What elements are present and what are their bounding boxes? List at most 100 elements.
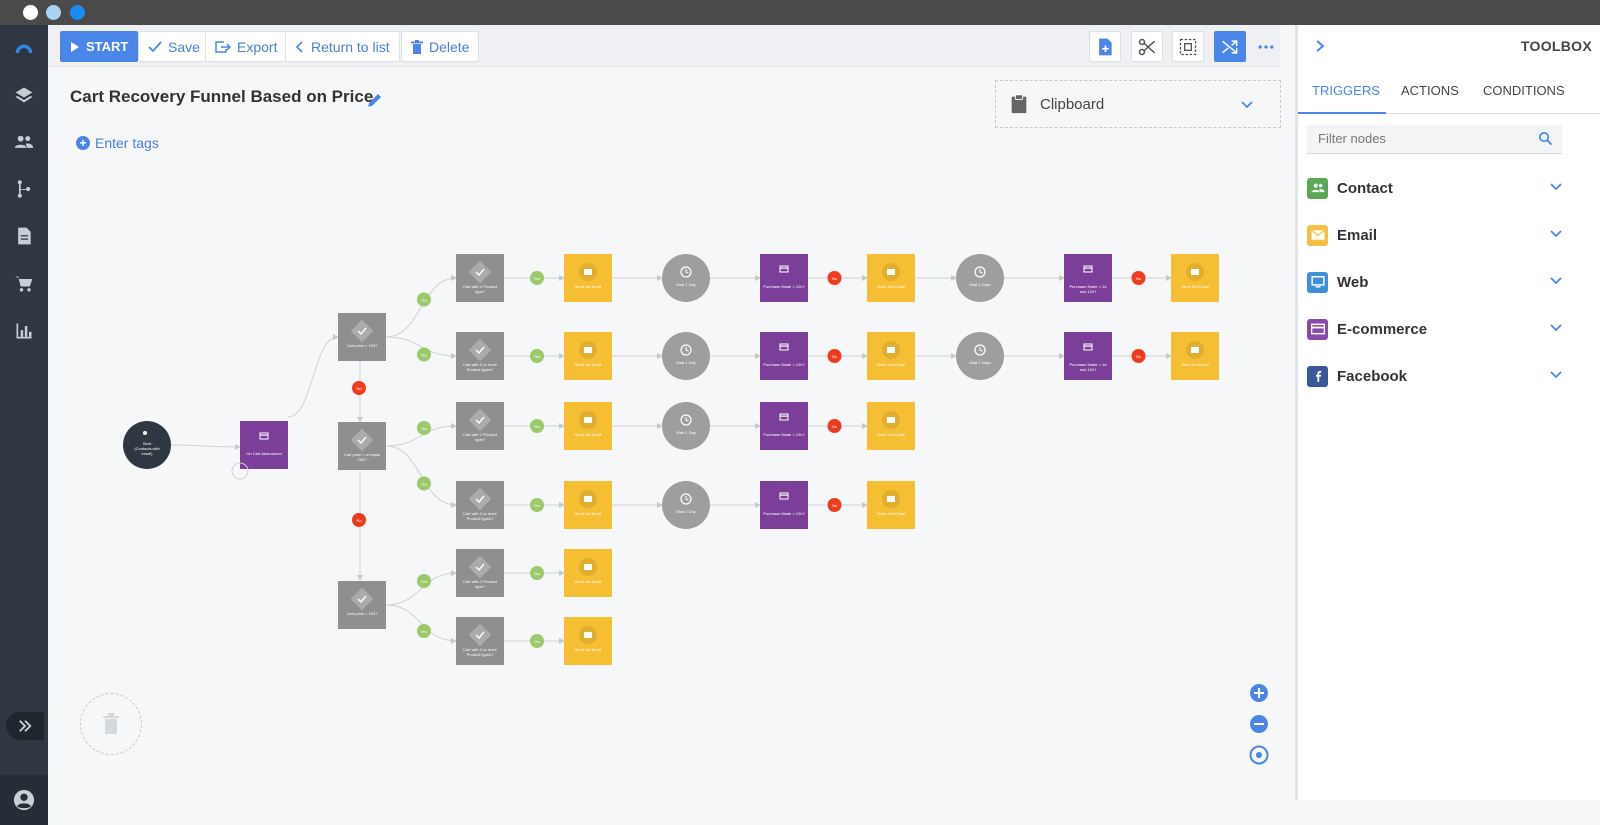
wait-node[interactable]: Wait 2 Days — [956, 254, 1004, 302]
start-node[interactable]: Start(Contacts withemail) — [123, 421, 171, 469]
toolbox-panel: TOOLBOX TRIGGERS ACTIONS CONDITIONS Filt… — [1295, 25, 1600, 800]
yes-badge: Yes — [530, 566, 544, 580]
export-button[interactable]: Export — [205, 31, 288, 62]
email-node[interactable]: Send 2nd Email — [867, 481, 915, 529]
category-facebook[interactable]: Facebook — [1307, 362, 1563, 390]
wait-node[interactable]: Wait 1 Day — [662, 332, 710, 380]
email-node[interactable]: Send 1st Email — [564, 332, 612, 380]
user-account-button[interactable] — [0, 775, 48, 825]
email-node[interactable]: Send 3rd Email — [1171, 332, 1219, 380]
purchase-node[interactable]: Purchase Made < 1dand 12h? — [1064, 254, 1112, 302]
return-to-list-button[interactable]: Return to list — [285, 31, 400, 62]
start-button[interactable]: START — [60, 31, 139, 62]
tab-actions[interactable]: ACTIONS — [1401, 83, 1459, 98]
condition-node[interactable]: Cart with 1 Producttype? — [456, 254, 504, 302]
email-node[interactable]: Send 2nd Email — [867, 254, 915, 302]
yes-badge: Yes — [530, 634, 544, 648]
workflow-canvas[interactable]: Cart Recovery Funnel Based on Price + En… — [48, 67, 1281, 800]
badge-label: Yes — [421, 579, 428, 584]
purchase-node[interactable]: Purchase Made < 12h? — [760, 332, 808, 380]
email-node[interactable]: Send 1st Email — [564, 481, 612, 529]
connector — [287, 334, 339, 418]
wait-node[interactable]: Wait 1 Day — [662, 254, 710, 302]
chevron-right-icon[interactable] — [1314, 39, 1326, 53]
window-minimize-dot[interactable] — [46, 5, 61, 20]
email-node[interactable]: Send 2nd Email — [867, 402, 915, 450]
export-button-label: Export — [237, 38, 278, 55]
email-node[interactable]: Send 2nd Email — [867, 332, 915, 380]
filter-nodes-input[interactable]: Filter nodes — [1307, 125, 1562, 154]
node-label: Purchase Made < 12h? — [763, 432, 805, 437]
category-ecommerce[interactable]: E-commerce — [1307, 315, 1563, 343]
purchase-node[interactable]: Purchase Made < 12h? — [760, 402, 808, 450]
play-icon — [71, 41, 79, 52]
document-icon[interactable] — [9, 221, 39, 251]
node-label: Send 2nd Email — [877, 432, 905, 437]
node-label: Wait 2 Days — [969, 282, 990, 287]
wait-node[interactable]: Wait 1 Day — [662, 481, 710, 529]
condition-node[interactable]: Cart with 2 or moreProduct types? — [456, 332, 504, 380]
node-label: Purchase Made < 12h? — [763, 362, 805, 367]
flow-diagram: Start(Contacts withemail) On Cart Abandon… — [123, 254, 1219, 665]
add-note-button[interactable] — [1089, 31, 1121, 62]
center-view-icon[interactable] — [1249, 745, 1269, 765]
condition-node[interactable]: Cart price < 100? — [338, 581, 386, 629]
category-contact[interactable]: Contact — [1307, 174, 1563, 202]
node-label: Cart price < 100? — [347, 611, 379, 616]
auto-layout-button[interactable] — [1214, 31, 1246, 62]
connector — [385, 275, 457, 338]
facebook-icon — [1307, 365, 1328, 387]
email-node[interactable]: Send 1st Email — [564, 617, 612, 665]
select-area-button[interactable] — [1172, 31, 1204, 62]
yes-badge: Yes — [417, 624, 431, 638]
tab-conditions[interactable]: CONDITIONS — [1483, 83, 1565, 98]
logo-icon[interactable] — [9, 33, 39, 63]
email-node[interactable]: Send 3rd Email — [1171, 254, 1219, 302]
delete-button-label: Delete — [429, 38, 470, 55]
purchase-node[interactable]: Purchase Made < 12h? — [760, 481, 808, 529]
condition-node[interactable]: Cart with 2 or moreProduct types? — [456, 617, 504, 665]
condition-node[interactable]: Cart price > or equal100? — [338, 422, 386, 470]
zoom-out-icon[interactable] — [1249, 714, 1269, 734]
condition-node[interactable]: Cart with 1 Producttype? — [456, 549, 504, 597]
expand-nav-button[interactable] — [6, 712, 44, 740]
purchase-node[interactable]: On Cart Abandoned — [240, 421, 288, 469]
yes-badge: Yes — [530, 349, 544, 363]
email-node[interactable]: Send 1st Email — [564, 402, 612, 450]
zoom-in-icon[interactable] — [1249, 683, 1269, 703]
email-node[interactable]: Send 1st Email — [564, 254, 612, 302]
select-area-icon — [1179, 38, 1197, 55]
save-button[interactable]: Save — [138, 31, 210, 62]
trash-dropzone[interactable] — [80, 693, 142, 755]
tab-triggers[interactable]: TRIGGERS — [1312, 83, 1380, 98]
workflow-icon[interactable] — [9, 174, 39, 204]
node-label: type? — [475, 289, 486, 294]
yes-badge: Yes — [417, 347, 431, 362]
contacts-icon[interactable] — [9, 127, 39, 157]
cut-button[interactable] — [1131, 31, 1163, 62]
layers-icon[interactable] — [9, 80, 39, 110]
purchase-node[interactable]: Purchase Made < 12h? — [760, 254, 808, 302]
reports-icon[interactable] — [9, 316, 39, 346]
condition-node[interactable]: Cart with 1 Producttype? — [456, 402, 504, 450]
condition-node[interactable]: Cart with 2 or moreProduct types? — [456, 481, 504, 529]
email-node[interactable]: Send 1st Email — [564, 549, 612, 597]
wait-node[interactable]: Wait 1 Day — [662, 402, 710, 450]
more-options-button[interactable] — [1250, 31, 1282, 62]
badge-label: Yes — [534, 424, 541, 429]
toolbox-title: TOOLBOX — [1520, 38, 1592, 54]
badge-label: Yes — [534, 276, 541, 281]
purchase-node[interactable]: Purchase Made < 1dand 12h? — [1064, 332, 1112, 380]
category-web[interactable]: Web — [1307, 268, 1563, 296]
category-label: E-commerce — [1337, 320, 1428, 338]
window-maximize-dot[interactable] — [70, 5, 85, 20]
wait-node[interactable]: Wait 2 Days — [956, 332, 1004, 380]
check-icon — [148, 40, 162, 52]
condition-node[interactable]: Cart price > 100? — [338, 313, 386, 361]
delete-button[interactable]: Delete — [401, 31, 480, 62]
category-email[interactable]: Email — [1307, 221, 1563, 249]
window-close-dot[interactable] — [23, 5, 38, 20]
scissors-icon — [1138, 38, 1156, 55]
editor-toolbar: START Save Export Return to list Delete — [48, 25, 1280, 67]
cart-icon[interactable] — [9, 269, 39, 299]
